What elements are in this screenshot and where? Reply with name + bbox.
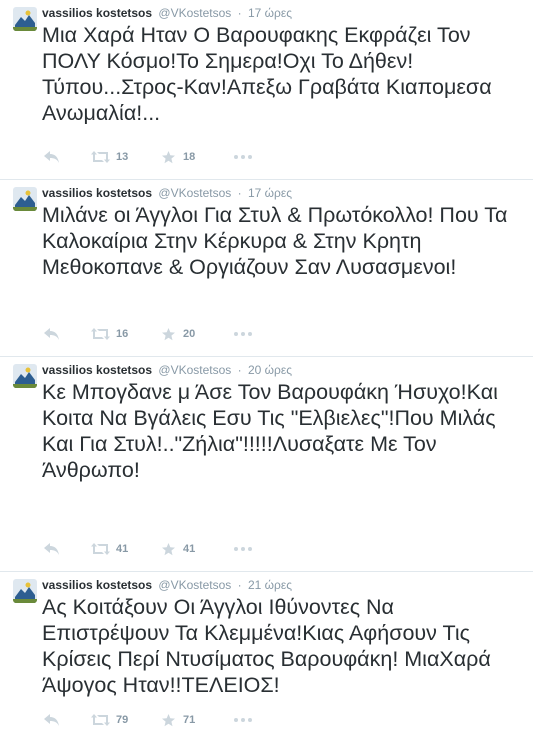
tweet-fullname[interactable]: vassilios kostetsos [42, 578, 152, 592]
tweet-separator: · [237, 363, 242, 377]
retweet-button[interactable]: 79 [91, 712, 128, 728]
favorite-button[interactable]: 18 [162, 149, 195, 165]
avatar[interactable] [13, 7, 37, 31]
star-icon [162, 713, 175, 726]
reply-button[interactable] [44, 149, 60, 165]
favorite-button[interactable]: 41 [162, 541, 195, 557]
more-icon [234, 547, 252, 551]
more-button[interactable] [234, 712, 252, 728]
retweet-icon [91, 151, 110, 163]
avatar[interactable] [13, 187, 37, 211]
tweet[interactable]: vassilios kostetsos @VKostetsos · 17 ώρε… [0, 180, 533, 357]
favorite-count: 18 [183, 151, 196, 163]
tweet-actions: 16 20 [44, 326, 304, 342]
tweet-username[interactable]: @VKostetsos [158, 578, 231, 592]
retweet-icon [91, 714, 110, 726]
tweet-timestamp[interactable]: 17 ώρες [248, 186, 292, 200]
reply-icon [44, 151, 59, 163]
tweet-header: vassilios kostetsos @VKostetsos · 20 ώρε… [42, 363, 292, 377]
tweet-timestamp[interactable]: 20 ώρες [248, 363, 292, 377]
tweet-username[interactable]: @VKostetsos [158, 363, 231, 377]
tweet-actions: 79 71 [44, 712, 304, 728]
more-icon [234, 155, 252, 159]
tweet-username[interactable]: @VKostetsos [158, 186, 231, 200]
tweet-actions: 41 41 [44, 541, 304, 557]
reply-button[interactable] [44, 541, 60, 557]
avatar[interactable] [13, 364, 37, 388]
retweet-button[interactable]: 41 [91, 541, 128, 557]
retweet-icon [91, 543, 110, 555]
more-icon [234, 332, 252, 336]
retweet-count: 13 [116, 151, 129, 163]
reply-icon [44, 328, 59, 340]
retweet-button[interactable]: 16 [91, 326, 128, 342]
tweet-header: vassilios kostetsos @VKostetsos · 21 ώρε… [42, 578, 292, 592]
tweet-text: Ας Κοιτάξουν Οι Άγγλοι Ιθύνοντες Να Επισ… [42, 595, 496, 697]
tweet-fullname[interactable]: vassilios kostetsos [42, 6, 152, 20]
favorite-count: 41 [183, 543, 196, 555]
tweet-text: Κε Μπογδανε μ Άσε Τον Βαρουφάκη Ήσυχο!Κα… [42, 380, 504, 482]
favorite-count: 20 [183, 328, 196, 340]
more-button[interactable] [234, 541, 252, 557]
tweet[interactable]: vassilios kostetsos @VKostetsos · 21 ώρε… [0, 572, 533, 742]
reply-icon [44, 714, 59, 726]
retweet-count: 79 [116, 714, 129, 726]
reply-button[interactable] [44, 712, 60, 728]
tweet[interactable]: vassilios kostetsos @VKostetsos · 20 ώρε… [0, 357, 533, 572]
tweet[interactable]: vassilios kostetsos @VKostetsos · 17 ώρε… [0, 0, 533, 180]
retweet-count: 16 [116, 328, 129, 340]
tweet-timeline: vassilios kostetsos @VKostetsos · 17 ώρε… [0, 0, 533, 742]
star-icon [162, 327, 175, 340]
tweet-text: Μιλάνε οι Άγγλοι Για Στυλ & Πρωτόκολλο! … [42, 203, 514, 279]
tweet-actions: 13 18 [44, 149, 304, 165]
tweet-timestamp[interactable]: 17 ώρες [248, 6, 292, 20]
star-icon [162, 150, 175, 163]
favorite-button[interactable]: 71 [162, 712, 195, 728]
more-icon [234, 718, 252, 722]
tweet-header: vassilios kostetsos @VKostetsos · 17 ώρε… [42, 186, 292, 200]
favorite-button[interactable]: 20 [162, 326, 195, 342]
reply-button[interactable] [44, 326, 60, 342]
tweet-username[interactable]: @VKostetsos [158, 6, 231, 20]
tweet-separator: · [237, 186, 242, 200]
avatar[interactable] [13, 579, 37, 603]
retweet-count: 41 [116, 543, 129, 555]
tweet-timestamp[interactable]: 21 ώρες [248, 578, 292, 592]
tweet-text: Μια Χαρά Ηταν Ο Βαρουφακης Εκφράζει Τον … [42, 23, 497, 125]
tweet-fullname[interactable]: vassilios kostetsos [42, 186, 152, 200]
reply-icon [44, 543, 59, 555]
retweet-button[interactable]: 13 [91, 149, 128, 165]
more-button[interactable] [234, 326, 252, 342]
star-icon [162, 542, 175, 555]
tweet-header: vassilios kostetsos @VKostetsos · 17 ώρε… [42, 6, 292, 20]
retweet-icon [91, 328, 110, 340]
more-button[interactable] [234, 149, 252, 165]
tweet-separator: · [237, 6, 242, 20]
favorite-count: 71 [183, 714, 196, 726]
tweet-fullname[interactable]: vassilios kostetsos [42, 363, 152, 377]
tweet-separator: · [237, 578, 242, 592]
